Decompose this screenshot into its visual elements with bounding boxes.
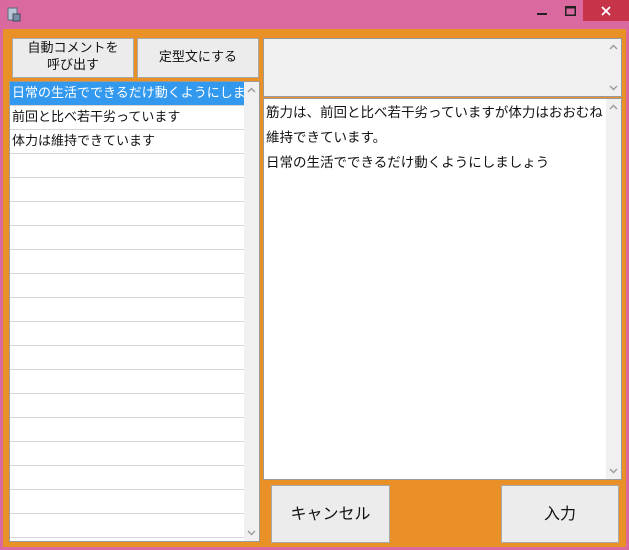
text-line: 筋力は、前回と比べ若干劣っていますが体力はおおむね: [266, 105, 603, 121]
chevron-up-icon: [609, 44, 618, 50]
scroll-up-arrow[interactable]: [606, 39, 621, 55]
dialog-body: 自動コメントを 呼び出す 定型文にする 日常の生活でできるだけ動くようにしましょ…: [3, 29, 626, 547]
chevron-up-icon: [247, 87, 256, 93]
list-item[interactable]: [10, 274, 246, 298]
title-bar[interactable]: [0, 0, 629, 29]
auto-comment-button[interactable]: 自動コメントを 呼び出す: [12, 38, 134, 78]
chevron-down-icon: [247, 530, 256, 536]
maximize-icon: [564, 5, 576, 16]
list-item[interactable]: [10, 322, 246, 346]
scroll-up-arrow[interactable]: [606, 99, 621, 115]
cancel-button[interactable]: キャンセル: [271, 485, 390, 543]
list-item[interactable]: 体力は維持できています: [10, 130, 246, 154]
scroll-up-arrow[interactable]: [244, 82, 259, 98]
list-item[interactable]: [10, 178, 246, 202]
list-item[interactable]: 前回と比べ若干劣っています: [10, 106, 246, 130]
list-item[interactable]: [10, 418, 246, 442]
list-item[interactable]: 日常の生活でできるだけ動くようにしましょう: [10, 82, 246, 106]
text-area-scrollbar[interactable]: [606, 99, 621, 479]
enter-button[interactable]: 入力: [501, 485, 619, 543]
list-item[interactable]: [10, 442, 246, 466]
minimize-icon: [537, 12, 547, 15]
comment-listbox[interactable]: 日常の生活でできるだけ動くようにしましょう前回と比べ若干劣っています体力は維持で…: [9, 81, 260, 542]
fixed-phrase-button[interactable]: 定型文にする: [137, 38, 259, 78]
comment-text-area[interactable]: 筋力は、前回と比べ若干劣っていますが体力はおおむね 維持できています。日常の生活で…: [263, 98, 622, 480]
list-item[interactable]: [10, 226, 246, 250]
list-item[interactable]: [10, 466, 246, 490]
top-box-scrollbar[interactable]: [606, 39, 621, 96]
list-item[interactable]: [10, 394, 246, 418]
app-icon[interactable]: [7, 7, 21, 22]
close-icon: [601, 5, 611, 16]
chevron-down-icon: [609, 468, 618, 474]
scroll-down-arrow[interactable]: [606, 80, 621, 96]
top-text-box[interactable]: [263, 38, 622, 97]
text-line: 日常の生活でできるだけ動くようにしましょう: [266, 155, 550, 171]
close-button[interactable]: [583, 0, 629, 21]
list-item[interactable]: [10, 490, 246, 514]
list-scrollbar[interactable]: [244, 82, 259, 541]
list-item[interactable]: [10, 202, 246, 226]
maximize-button[interactable]: [557, 0, 583, 21]
scroll-down-arrow[interactable]: [244, 525, 259, 541]
list-item[interactable]: [10, 514, 246, 538]
scroll-down-arrow[interactable]: [606, 463, 621, 479]
comment-list: 日常の生活でできるだけ動くようにしましょう前回と比べ若干劣っています体力は維持で…: [10, 82, 246, 541]
list-item[interactable]: [10, 250, 246, 274]
chevron-down-icon: [609, 85, 618, 91]
list-item[interactable]: [10, 154, 246, 178]
text-line: 維持できています。: [266, 130, 387, 146]
list-item[interactable]: [10, 370, 246, 394]
list-item[interactable]: [10, 346, 246, 370]
chevron-up-icon: [609, 104, 618, 110]
minimize-button[interactable]: [527, 0, 557, 21]
comment-text: 筋力は、前回と比べ若干劣っていますが体力はおおむね 維持できています。日常の生活で…: [266, 101, 605, 176]
list-item[interactable]: [10, 538, 246, 541]
list-item[interactable]: [10, 298, 246, 322]
